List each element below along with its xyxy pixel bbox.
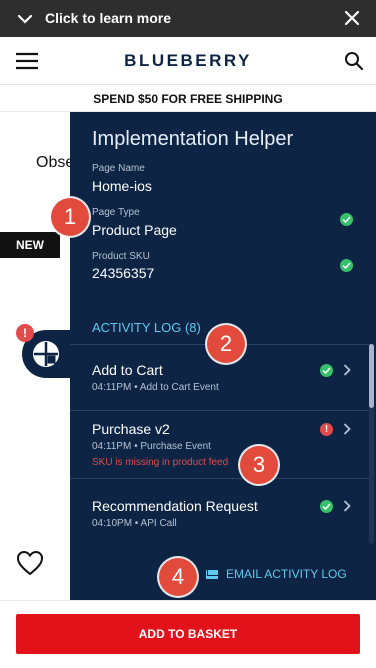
email-activity-log-label: EMAIL ACTIVITY LOG: [226, 567, 347, 581]
brand-logo[interactable]: BLUEBERRY: [0, 51, 376, 71]
alert-icon: !: [16, 324, 34, 342]
promo-banner: SPEND $50 FOR FREE SHIPPING: [0, 86, 376, 112]
error-icon: !: [320, 423, 333, 436]
chevron-right-icon[interactable]: [343, 500, 351, 512]
page-name-label: Page Name: [92, 163, 145, 174]
log-item-meta: 04:10PM • API Call: [92, 518, 177, 529]
log-item-time: 04:10PM: [92, 518, 133, 529]
page-name-value: Home-ios: [92, 178, 152, 194]
log-item-meta: 04:11PM • Add to Cart Event: [92, 382, 219, 393]
log-item-event: API Call: [140, 518, 177, 529]
log-item-error: SKU is missing in product feed: [92, 457, 229, 468]
page-type-label: Page Type: [92, 207, 140, 218]
product-title-partial: Obse: [36, 154, 75, 171]
log-item-name: Recommendation Request: [92, 498, 258, 514]
new-badge: NEW: [0, 232, 60, 258]
site-header: BLUEBERRY: [0, 37, 376, 85]
annotation-marker-1: 1: [51, 198, 89, 236]
annotation-marker-3: 3: [240, 446, 278, 484]
add-to-basket-button[interactable]: ADD TO BASKET: [16, 614, 360, 654]
app-screen: Click to learn more BLUEBERRY SPEND $50 …: [0, 0, 376, 668]
heart-icon[interactable]: [16, 550, 44, 576]
log-item-time: 04:11PM: [92, 382, 132, 393]
annotation-marker-2: 2: [207, 325, 245, 363]
product-sku-label: Product SKU: [92, 251, 150, 262]
chevron-right-icon[interactable]: [343, 364, 351, 376]
close-icon[interactable]: [344, 10, 360, 26]
email-activity-log-button[interactable]: EMAIL ACTIVITY LOG: [206, 567, 347, 581]
page-type-value: Product Page: [92, 222, 177, 238]
check-icon: [320, 364, 333, 377]
chevron-right-icon[interactable]: [343, 423, 351, 435]
log-item-name: Purchase v2: [92, 421, 170, 437]
chevron-down-icon[interactable]: [16, 10, 34, 28]
activity-log-title: ACTIVITY LOG (8): [92, 320, 201, 335]
helper-logo-icon: [33, 341, 59, 367]
log-item-event: Add to Cart Event: [139, 382, 219, 393]
scrollbar-thumb[interactable]: [369, 344, 374, 408]
learn-more-banner[interactable]: Click to learn more: [0, 0, 376, 37]
log-item-event: Purchase Event: [140, 441, 211, 452]
check-icon: [320, 500, 333, 513]
search-icon[interactable]: [344, 51, 364, 71]
product-sku-value: 24356357: [92, 265, 155, 281]
check-icon: [340, 259, 353, 272]
log-item-meta: 04:11PM • Purchase Event: [92, 441, 211, 452]
log-item-time: 04:11PM: [92, 441, 132, 452]
activity-log-item[interactable]: Purchase v2 04:11PM • Purchase Event SKU…: [70, 410, 370, 478]
log-item-name: Add to Cart: [92, 362, 163, 378]
check-icon: [340, 213, 353, 226]
activity-log-scrollbar[interactable]: [369, 344, 374, 544]
envelope-icon: [206, 569, 218, 579]
activity-log-item[interactable]: Recommendation Request 04:10PM • API Cal…: [70, 478, 370, 546]
panel-title: Implementation Helper: [92, 128, 294, 150]
learn-more-label[interactable]: Click to learn more: [45, 10, 171, 26]
bottom-action-bar: ADD TO BASKET: [0, 600, 376, 668]
annotation-marker-4: 4: [159, 558, 197, 596]
